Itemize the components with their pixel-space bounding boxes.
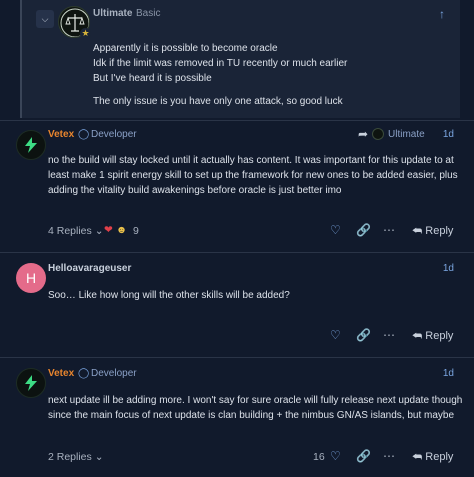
reply-icon: ⮪	[412, 451, 423, 463]
arrow-up-icon[interactable]: ↑	[439, 7, 445, 21]
post-username[interactable]: Vetex	[48, 129, 74, 140]
quote-line: But I've heard it is possible	[93, 73, 212, 84]
quote-line: The only issue is you have only one atta…	[93, 96, 343, 107]
heart-outline-icon[interactable]: ♡	[330, 223, 341, 237]
star-badge-icon: ★	[80, 28, 91, 39]
chevron-down-icon[interactable]: ⌵	[36, 10, 54, 28]
post-text: since the main focus of next update is c…	[48, 410, 455, 421]
replies-toggle[interactable]: 2 Replies ⌄	[48, 451, 104, 463]
post-username[interactable]: Helloavarageuser	[48, 263, 131, 274]
quote-line: Apparently it is possible to become orac…	[93, 43, 278, 54]
lightning-bolt-icon	[25, 137, 37, 153]
post-text: least make 1 spirit energy skill to set …	[48, 170, 458, 181]
link-icon[interactable]: 🔗	[356, 223, 371, 237]
reply-arrow-icon: ➦	[358, 127, 369, 141]
post-text: next update ill be adding more. I won't …	[48, 395, 463, 406]
reply-label: Reply	[425, 451, 454, 463]
avatar[interactable]: H	[16, 263, 46, 293]
shield-icon: ◯	[78, 129, 90, 140]
post-text: no the build will stay locked until it a…	[48, 155, 454, 166]
divider	[0, 252, 474, 253]
replies-toggle[interactable]: 4 Replies ⌄	[48, 225, 104, 237]
ellipsis-icon[interactable]: ⋯	[383, 449, 395, 463]
avatar-letter: H	[25, 270, 37, 286]
avatar[interactable]	[372, 128, 384, 140]
quote-username[interactable]: Ultimate	[93, 8, 132, 19]
user-role: Developer	[91, 368, 137, 379]
link-icon[interactable]: 🔗	[356, 328, 371, 342]
divider	[0, 120, 474, 121]
divider	[0, 357, 474, 358]
reaction-count[interactable]: 9	[133, 225, 139, 237]
quote-user-title: Basic	[136, 8, 161, 19]
reply-button[interactable]: ⮪ Reply	[412, 451, 453, 464]
post-username[interactable]: Vetex	[48, 368, 74, 379]
quoted-post: ⌵ ★ Ultimate Basic ↑ Apparently it is po…	[20, 0, 460, 118]
reply-icon: ⮪	[412, 225, 423, 237]
reply-label: Reply	[425, 330, 454, 342]
avatar[interactable]	[16, 368, 46, 398]
post-age[interactable]: 1d	[443, 129, 454, 140]
ellipsis-icon[interactable]: ⋯	[383, 223, 395, 237]
crying-face-icon: ☻	[116, 224, 128, 236]
avatar[interactable]	[16, 130, 46, 160]
shield-icon: ◯	[78, 368, 90, 379]
reply-label: Reply	[425, 225, 454, 237]
post-text: Soo… Like how long will the other skills…	[48, 290, 290, 301]
heart-reaction-icon: ❤	[104, 224, 113, 236]
post-age[interactable]: 1d	[443, 263, 454, 274]
replies-count: 4 Replies	[48, 225, 92, 237]
link-icon[interactable]: 🔗	[356, 449, 371, 463]
reply-button[interactable]: ⮪ Reply	[412, 330, 453, 343]
lightning-bolt-icon	[25, 375, 37, 391]
replies-count: 2 Replies	[48, 451, 92, 463]
reply-button[interactable]: ⮪ Reply	[412, 225, 453, 238]
heart-outline-icon[interactable]: ♡	[330, 328, 341, 342]
like-count[interactable]: 16	[313, 451, 325, 463]
ellipsis-icon[interactable]: ⋯	[383, 328, 395, 342]
user-role: Developer	[91, 129, 137, 140]
quote-line: Idk if the limit was removed in TU recen…	[93, 58, 348, 69]
post-text: adding the vitality build awakenings bef…	[48, 185, 342, 196]
reply-to-username[interactable]: Ultimate	[388, 129, 425, 140]
post-age[interactable]: 1d	[443, 368, 454, 379]
heart-outline-icon[interactable]: ♡	[330, 449, 341, 463]
reply-icon: ⮪	[412, 330, 423, 342]
